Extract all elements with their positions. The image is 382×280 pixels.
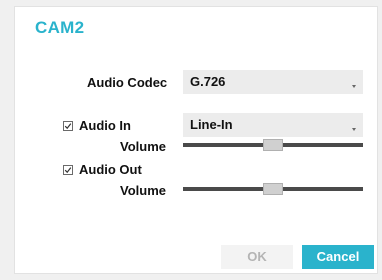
audio-in-volume-label: Volume [120,139,166,154]
ok-button[interactable]: OK [221,245,293,269]
chevron-down-icon [352,85,356,88]
audio-in-source-value: Line-In [190,117,233,132]
audio-out-checkbox[interactable] [63,165,73,175]
slider-thumb[interactable] [263,139,283,151]
audio-codec-label: Audio Codec [87,75,168,90]
audio-codec-value: G.726 [190,74,226,89]
audio-in-volume-slider[interactable] [183,137,363,153]
audio-out-label: Audio Out [79,162,142,177]
check-icon [64,167,72,174]
cancel-button[interactable]: Cancel [302,245,374,269]
dialog-title: CAM2 [35,18,85,37]
audio-in-label: Audio In [79,118,131,133]
slider-thumb[interactable] [263,183,283,195]
camera-audio-dialog: CAM2 Audio Codec G.726 Audio In Line-In … [14,6,378,274]
audio-codec-select[interactable]: G.726 [183,70,363,94]
check-icon [64,123,72,130]
audio-out-volume-label: Volume [120,183,166,198]
audio-out-volume-slider[interactable] [183,181,363,197]
audio-in-source-select[interactable]: Line-In [183,113,363,137]
audio-in-checkbox[interactable] [63,121,73,131]
chevron-down-icon [352,128,356,131]
